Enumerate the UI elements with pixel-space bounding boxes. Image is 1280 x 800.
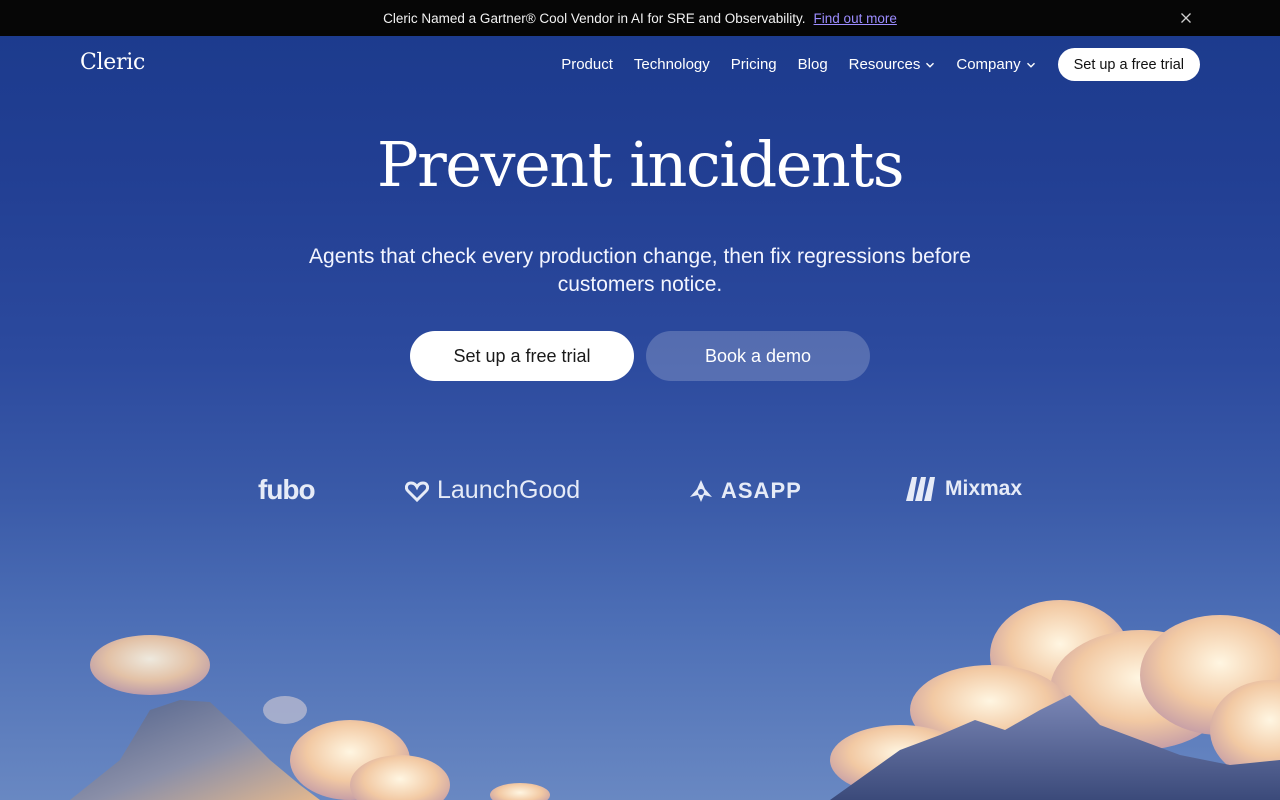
announcement-text: Cleric Named a Gartner® Cool Vendor in A… — [383, 10, 806, 26]
find-out-more-link[interactable]: Find out more — [814, 11, 897, 26]
nav-item-label: Product — [561, 56, 613, 73]
fubo-logo: fubo — [258, 474, 316, 506]
asapp-mark-icon — [690, 480, 712, 502]
customer-logos: fubo LaunchGood ASAPP Mixmax — [0, 470, 1280, 520]
hero-title: Prevent incidents — [376, 128, 905, 201]
nav-item-blog[interactable]: Blog — [798, 56, 828, 73]
customer-name: ASAPP — [721, 478, 802, 503]
launchgood-logo: LaunchGood — [405, 476, 580, 505]
customer-name: fubo — [258, 474, 316, 505]
nav-item-technology[interactable]: Technology — [634, 56, 710, 73]
nav-item-product[interactable]: Product — [561, 56, 613, 73]
hero-subtitle: Agents that check every production chang… — [309, 245, 971, 296]
hero-buttons: Set up a free trial Book a demo — [410, 331, 870, 381]
book-demo-button[interactable]: Book a demo — [646, 331, 870, 381]
nav-item-company[interactable]: Company — [956, 56, 1035, 73]
nav-item-label: Resources — [848, 56, 921, 73]
chevron-down-icon — [1026, 62, 1035, 68]
nav-item-label: Pricing — [730, 56, 777, 73]
nav-item-label: Company — [956, 56, 1021, 73]
heart-icon — [405, 480, 429, 502]
mixmax-logo: Mixmax — [905, 476, 1022, 502]
nav-links: Product Technology Pricing Blog Resource… — [561, 48, 1200, 81]
nav-item-resources[interactable]: Resources — [849, 56, 936, 73]
mixmax-mark-icon — [906, 477, 935, 501]
chevron-down-icon — [926, 62, 935, 68]
nav-item-label: Technology — [633, 56, 710, 73]
close-icon[interactable] — [1178, 10, 1194, 26]
free-trial-button[interactable]: Set up a free trial — [410, 331, 634, 381]
nav-item-pricing[interactable]: Pricing — [731, 56, 777, 73]
customer-name: Mixmax — [945, 477, 1023, 500]
asapp-logo: ASAPP — [689, 478, 802, 504]
mountain-scenery — [70, 600, 1280, 800]
customer-name: LaunchGood — [437, 476, 581, 504]
cleric-logo[interactable]: Cleric — [80, 50, 145, 75]
top-nav: Cleric Product Technology Pricing Blog R… — [0, 36, 1280, 92]
nav-free-trial-button[interactable]: Set up a free trial — [1057, 48, 1200, 81]
nav-item-label: Blog — [797, 56, 828, 73]
announcement-bar: Cleric Named a Gartner® Cool Vendor in A… — [0, 0, 1280, 36]
